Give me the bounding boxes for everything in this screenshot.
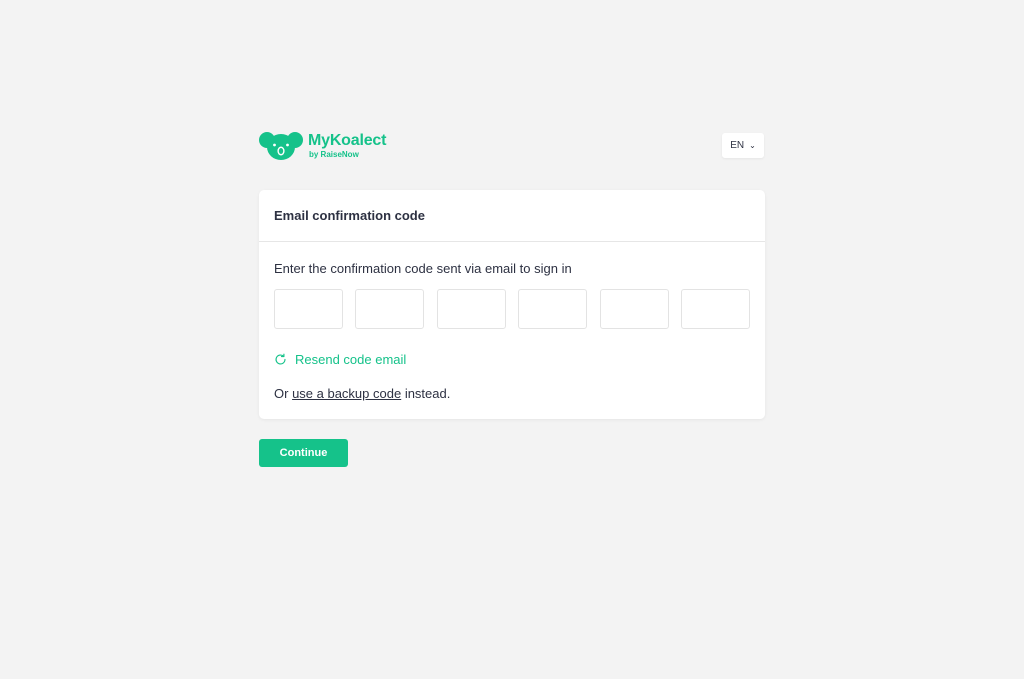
backup-code-link[interactable]: use a backup code: [292, 386, 401, 401]
card-title: Email confirmation code: [259, 190, 765, 242]
resend-label: Resend code email: [295, 352, 407, 367]
instruction-text: Enter the confirmation code sent via ema…: [274, 261, 572, 276]
code-digit-5[interactable]: [599, 289, 669, 329]
backup-code-line: Or use a backup code instead.: [274, 386, 750, 402]
code-digit-4[interactable]: [518, 289, 588, 329]
brand-logo: MyKoalect by RaiseNow: [259, 131, 386, 161]
refresh-icon: [275, 353, 286, 365]
top-bar: MyKoalect by RaiseNow EN ⌄: [259, 128, 765, 164]
login-container: MyKoalect by RaiseNow EN ⌄ Email confirm…: [259, 128, 765, 467]
language-value: EN: [730, 140, 745, 151]
backup-suffix: instead.: [401, 386, 451, 401]
brand-subtitle: by RaiseNow: [309, 150, 359, 159]
code-digit-3[interactable]: [436, 289, 506, 329]
koala-icon: [259, 132, 303, 160]
chevron-down-icon: ⌄: [749, 140, 756, 150]
brand-name: MyKoalect: [308, 132, 387, 149]
resend-code-link[interactable]: Resend code email: [274, 352, 406, 367]
code-input-row: [274, 289, 750, 329]
brand-text: MyKoalect by RaiseNow: [308, 132, 386, 160]
code-digit-6[interactable]: [680, 289, 750, 329]
backup-prefix: Or: [274, 386, 293, 401]
code-digit-2[interactable]: [355, 289, 425, 329]
continue-button[interactable]: Continue: [259, 439, 348, 467]
confirmation-card: Email confirmation code Enter the confir…: [259, 190, 765, 419]
language-selector[interactable]: EN ⌄: [722, 133, 764, 158]
card-body: Enter the confirmation code sent via ema…: [259, 242, 765, 419]
code-digit-1[interactable]: [274, 289, 343, 329]
